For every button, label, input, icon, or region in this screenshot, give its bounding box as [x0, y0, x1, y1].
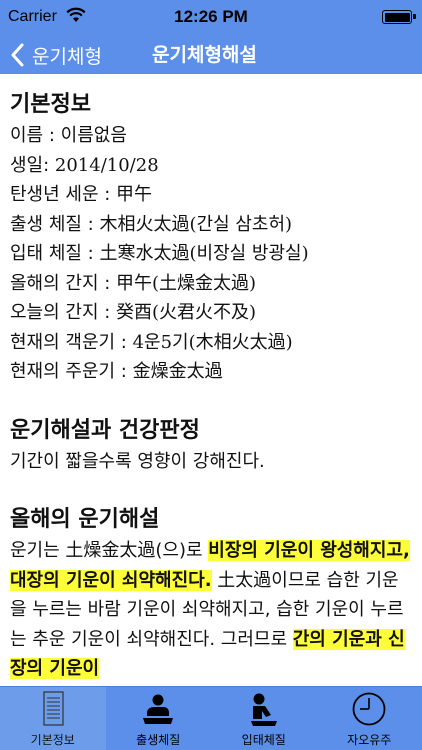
info-row-host-qi: 현재의 주운기 : 金燥金太過	[10, 361, 223, 382]
tab-label: 자오유주	[347, 733, 392, 747]
basic-info-list: 이름 : 이름없음 생일: 2014/10/28 탄생년 세운 : 甲午 출생 …	[10, 121, 414, 387]
baby-icon	[143, 694, 174, 724]
section-title-health: 운기해설과 건강판정	[10, 417, 200, 443]
info-row-birth-year: 탄생년 세운 : 甲午	[10, 184, 153, 205]
back-label: 운기체형	[32, 45, 102, 68]
tab-birth-constitution[interactable]: 출생체질	[106, 687, 212, 750]
fetus-icon	[250, 693, 277, 726]
tab-label: 출생체질	[136, 733, 181, 747]
back-button[interactable]: 운기체형	[10, 36, 102, 74]
health-text: 기간이 짧을수록 영향이 강해진다.	[10, 450, 265, 472]
status-bar: Carrier 12:26 PM	[0, 0, 422, 36]
info-row-birth-constitution: 출생 체질 : 木相火太過(간실 삼초허)	[10, 213, 293, 235]
document-icon	[43, 691, 64, 726]
nav-bar: 운기체형 운기체형해설	[0, 36, 422, 74]
section-title-basic: 기본정보	[10, 92, 91, 117]
section-title-year: 올해의 운기해설	[10, 507, 160, 532]
info-row-year-ganzhi: 올해의 간지 : 甲午(土燥金太過)	[10, 272, 257, 294]
tab-label: 기본정보	[30, 733, 75, 747]
info-row-today-ganzhi: 오늘의 간지 : 癸酉(火君火不及)	[10, 302, 257, 323]
info-row-conception-constitution: 입태 체질 : 土寒水太過(비장실 방광실)	[10, 243, 309, 264]
year-explanation: 운기는 土燥金太過(으)로 비장의 기운이 왕성해지고, 대장의 기운이 쇠약해…	[10, 540, 410, 679]
info-row-guest-qi: 현재의 객운기 : 4운5기(木相火太過)	[10, 331, 293, 353]
tab-bar: 기본정보 출생체질 입태체질 자오유주	[0, 686, 422, 750]
battery-icon	[382, 10, 416, 24]
tab-ziwu-liuzhu[interactable]: 자오유주	[317, 687, 422, 750]
info-row-birthday: 생일: 2014/10/28	[10, 154, 159, 176]
tab-conception-constitution[interactable]: 입태체질	[211, 687, 317, 750]
clock: 12:26 PM	[174, 7, 248, 26]
tab-label: 입태체질	[241, 733, 286, 747]
info-row-name: 이름 : 이름없음	[10, 125, 127, 146]
chevron-left-icon	[11, 43, 24, 67]
page-title: 운기체형해설	[152, 44, 257, 66]
clock-icon	[352, 692, 386, 726]
content-scroll[interactable]: 기본정보 이름 : 이름없음 생일: 2014/10/28 탄생년 세운 : 甲…	[10, 90, 414, 686]
tab-basic-info[interactable]: 기본정보	[0, 687, 106, 750]
